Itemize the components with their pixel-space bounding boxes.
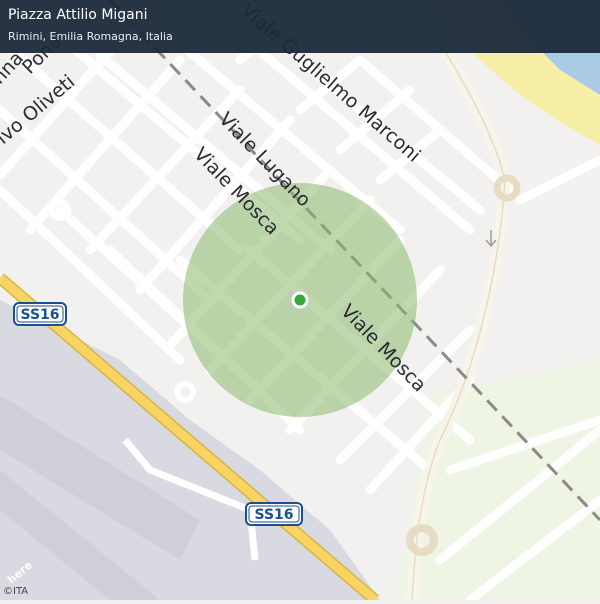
map-canvas[interactable]: Viale Guglielmo Marconi Viale Lugano Via… (0, 0, 600, 604)
road-shield-ss16-bottom-label: SS16 (254, 507, 293, 523)
location-header: Piazza Attilio Migani Rimini, Emilia Rom… (0, 0, 600, 53)
road-shield-ss16-left-label: SS16 (20, 307, 59, 323)
copyright-text: ©ITA (3, 586, 29, 597)
location-marker[interactable] (294, 294, 306, 306)
map-svg: Viale Guglielmo Marconi Viale Lugano Via… (0, 0, 600, 604)
place-title: Piazza Attilio Migani (8, 7, 148, 23)
road-shield-ss16-bottom: SS16 (245, 502, 303, 526)
place-subtitle: Rimini, Emilia Romagna, Italia (8, 30, 173, 43)
road-shield-ss16-left: SS16 (13, 302, 67, 326)
